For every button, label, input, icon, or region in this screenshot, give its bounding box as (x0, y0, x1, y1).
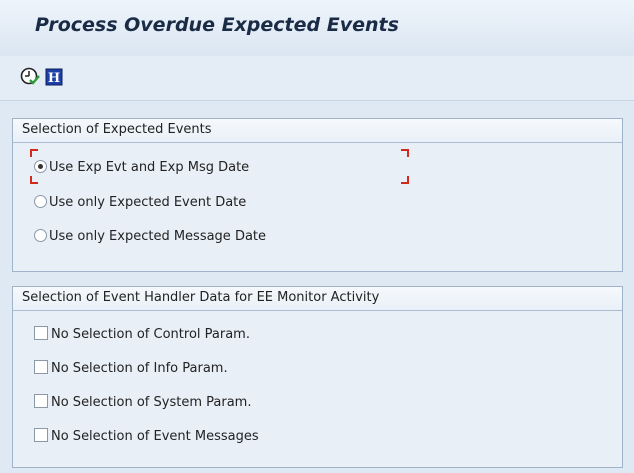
radio-button[interactable] (34, 229, 47, 242)
expected-events-group-header: Selection of Expected Events (13, 119, 622, 143)
checkbox-label: No Selection of System Param. (51, 395, 252, 410)
focus-marker-top-right (401, 149, 409, 157)
checkbox[interactable] (34, 326, 48, 340)
checkbox[interactable] (34, 428, 48, 442)
event-handler-group-header: Selection of Event Handler Data for EE M… (13, 287, 622, 311)
checkbox[interactable] (34, 360, 48, 374)
clock-execute-icon[interactable] (19, 66, 41, 88)
radio-option-label: Use only Expected Message Date (49, 229, 267, 244)
checkbox-option-control-param[interactable]: No Selection of Control Param. (34, 326, 250, 344)
checkbox-option-info-param[interactable]: No Selection of Info Param. (34, 360, 228, 378)
focus-marker-top-left (30, 149, 38, 157)
radio-option-exp-event-date[interactable]: Use only Expected Event Date (34, 194, 246, 212)
radio-option-label: Use Exp Evt and Exp Msg Date (49, 160, 250, 175)
title-bar: Process Overdue Expected Events (0, 0, 634, 56)
radio-button[interactable] (34, 195, 47, 208)
info-icon-glyph: H (48, 71, 60, 86)
checkbox-label: No Selection of Control Param. (51, 327, 250, 342)
toolbar: H (0, 56, 634, 101)
expected-events-group: Selection of Expected Events Use Exp Evt… (12, 118, 623, 272)
checkbox[interactable] (34, 394, 48, 408)
event-handler-group: Selection of Event Handler Data for EE M… (12, 286, 623, 468)
info-icon[interactable]: H (44, 66, 66, 88)
radio-button-selected[interactable] (34, 160, 47, 173)
checkbox-option-system-param[interactable]: No Selection of System Param. (34, 394, 251, 412)
checkbox-label: No Selection of Event Messages (51, 429, 259, 444)
checkbox-label: No Selection of Info Param. (51, 361, 228, 376)
radio-option-exp-message-date[interactable]: Use only Expected Message Date (34, 228, 266, 246)
radio-option-label: Use only Expected Event Date (49, 195, 247, 210)
checkbox-option-event-messages[interactable]: No Selection of Event Messages (34, 428, 259, 446)
radio-option-exp-evt-msg-date[interactable]: Use Exp Evt and Exp Msg Date (34, 159, 249, 177)
focus-marker-bottom-right (401, 176, 409, 184)
focus-marker-bottom-left (30, 176, 38, 184)
page-title: Process Overdue Expected Events (35, 14, 399, 36)
